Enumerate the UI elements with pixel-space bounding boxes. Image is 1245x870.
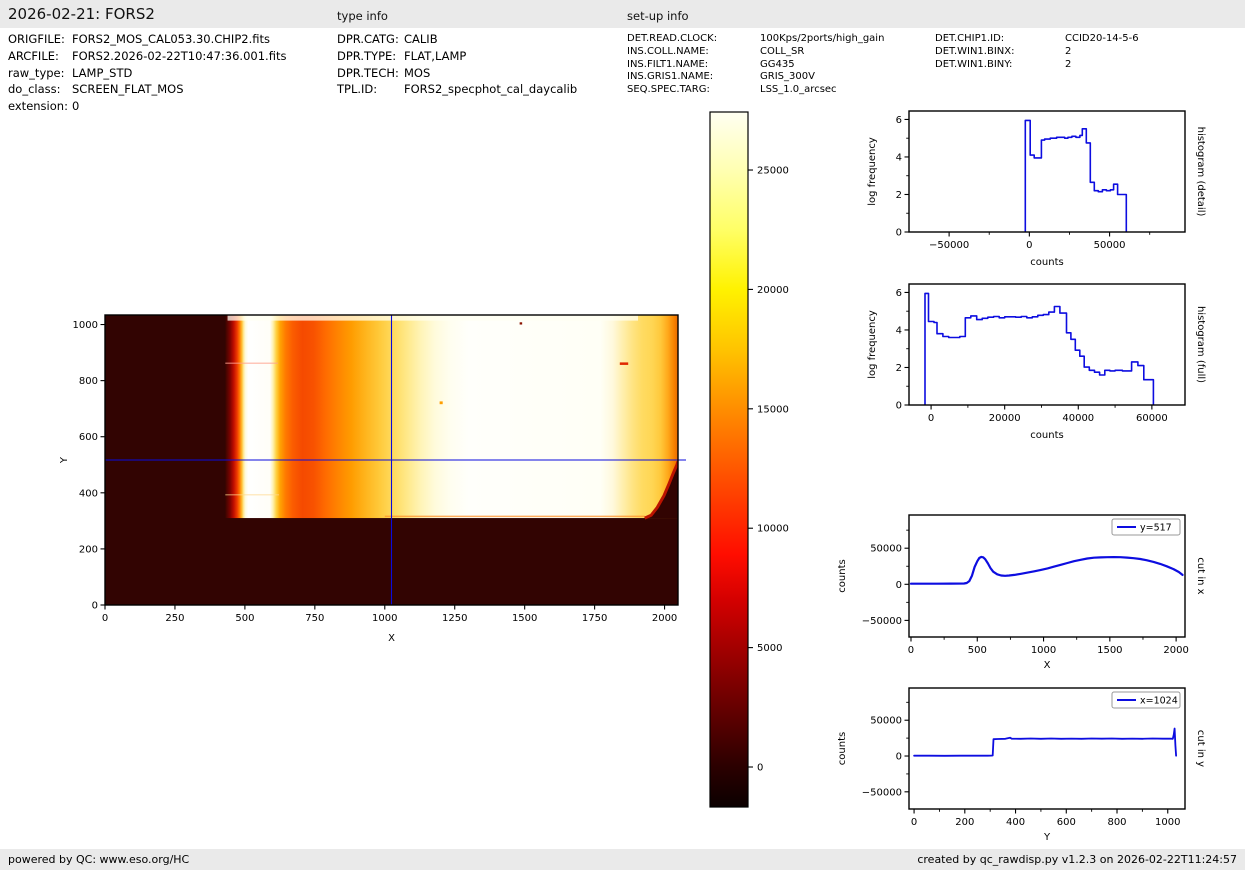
svg-text:500: 500 [968,645,987,656]
svg-text:log frequency: log frequency [867,310,878,379]
svg-text:400: 400 [79,488,98,499]
svg-text:counts: counts [837,559,848,592]
svg-text:1000: 1000 [73,320,98,331]
svg-text:750: 750 [305,613,324,624]
histogram-detail: −50000 0 50000 0 2 4 6 counts log frequency histo… [867,110,1206,268]
svg-text:25000: 25000 [757,166,789,177]
svg-text:600: 600 [79,432,98,443]
svg-text:200: 200 [79,544,98,555]
svg-text:counts: counts [1030,257,1063,268]
svg-text:2000: 2000 [652,613,677,624]
svg-text:60000: 60000 [1136,413,1168,424]
svg-text:6: 6 [896,115,902,126]
svg-text:1250: 1250 [442,613,467,624]
svg-text:50000: 50000 [870,544,902,555]
svg-text:1000: 1000 [372,613,397,624]
svg-text:histogram (detail): histogram (detail) [1195,127,1206,217]
svg-text:50000: 50000 [1094,240,1126,251]
footer-bar: powered by QC: www.eso.org/HC created by… [0,849,1245,870]
svg-text:0: 0 [908,645,914,656]
svg-text:−50000: −50000 [862,616,902,627]
svg-text:40000: 40000 [1062,413,1094,424]
svg-text:log frequency: log frequency [867,137,878,206]
svg-text:Y: Y [1043,832,1051,843]
svg-text:0: 0 [92,601,98,612]
svg-text:0: 0 [896,401,902,412]
svg-text:0: 0 [896,752,902,763]
colorbar: 0 5000 10000 15000 20000 25000 [709,111,789,808]
svg-text:2000: 2000 [1163,645,1188,656]
charts-canvas: 0 250 500 750 1000 1250 1500 1750 20000200400600… [59,110,1206,843]
footer-created-by: created by qc_rawdisp.py v1.2.3 on 2026-… [917,853,1237,866]
svg-text:−50000: −50000 [929,240,969,251]
svg-text:0: 0 [1026,240,1032,251]
svg-text:20000: 20000 [757,285,789,296]
svg-text:1000: 1000 [1031,645,1056,656]
svg-text:1500: 1500 [1097,645,1122,656]
svg-text:250: 250 [165,613,184,624]
svg-text:0: 0 [757,763,763,774]
svg-text:600: 600 [1057,817,1076,828]
svg-text:X: X [1044,660,1051,671]
svg-text:0: 0 [928,413,934,424]
histogram-full: 0 20000 40000 60000 0 2 4 6 counts log frequency h… [867,283,1206,441]
svg-text:2: 2 [896,363,902,374]
cut-in-x: 0 500 1000 1500 2000 −50000 0 50000 Xcounts cut i… [837,514,1206,671]
svg-text:2: 2 [896,190,902,201]
svg-text:400: 400 [1006,817,1025,828]
svg-text:4: 4 [896,152,902,163]
svg-text:20000: 20000 [989,413,1021,424]
svg-text:0: 0 [102,613,108,624]
svg-text:cut in y: cut in y [1195,730,1206,767]
svg-text:1500: 1500 [512,613,537,624]
svg-text:1750: 1750 [582,613,607,624]
svg-text:X: X [388,633,395,644]
svg-text:50000: 50000 [870,716,902,727]
svg-text:y=517: y=517 [1140,523,1172,534]
svg-text:5000: 5000 [757,643,782,654]
svg-text:Y: Y [59,456,70,464]
svg-text:10000: 10000 [757,524,789,535]
svg-text:1000: 1000 [1155,817,1180,828]
svg-text:histogram (full): histogram (full) [1195,306,1206,383]
svg-text:cut in x: cut in x [1195,557,1206,594]
svg-text:500: 500 [235,613,254,624]
footer-powered-by: powered by QC: www.eso.org/HC [8,853,190,866]
svg-text:6: 6 [896,288,902,299]
svg-text:0: 0 [896,228,902,239]
svg-text:800: 800 [1107,817,1126,828]
main-image-plot: 0 250 500 750 1000 1250 1500 1750 2000 0 200 400 600… [59,314,686,644]
svg-text:200: 200 [955,817,974,828]
svg-text:counts: counts [837,732,848,765]
svg-text:x=1024: x=1024 [1140,696,1178,707]
svg-text:0: 0 [896,580,902,591]
svg-text:−50000: −50000 [862,787,902,798]
cut-in-y: 0 200 400 600 800 1000 −50000 0 50000 Ycounts cut … [837,687,1206,843]
svg-text:15000: 15000 [757,404,789,415]
svg-text:0: 0 [911,817,917,828]
svg-text:counts: counts [1030,430,1063,441]
svg-text:4: 4 [896,325,902,336]
svg-text:800: 800 [79,376,98,387]
